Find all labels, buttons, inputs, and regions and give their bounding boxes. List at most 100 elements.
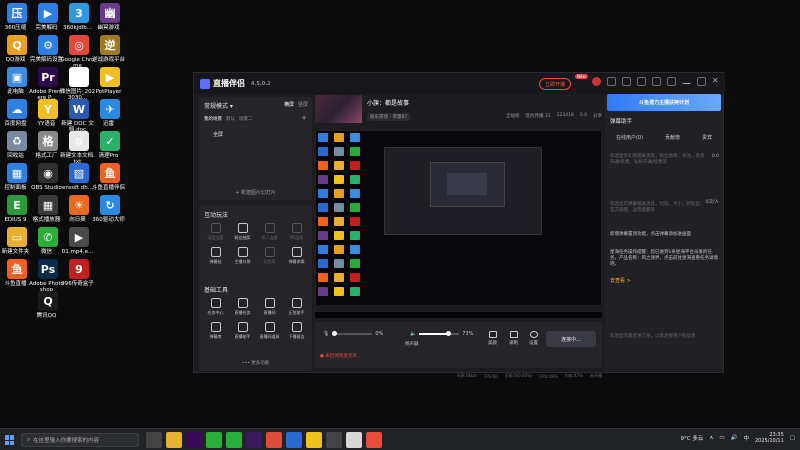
desktop-icon[interactable]: ▣ 此电脑 xyxy=(2,67,32,95)
avatar-icon[interactable] xyxy=(592,77,601,86)
scene-item-fullscreen[interactable]: 全屏 xyxy=(213,131,223,138)
desktop-icon[interactable]: ✓ 清理Pro xyxy=(95,131,125,159)
headset-icon[interactable] xyxy=(622,77,631,86)
weather[interactable]: 9°C 多云 xyxy=(681,434,704,442)
tab-contribution[interactable]: 贡献榜 xyxy=(665,134,680,141)
ime-icon[interactable]: 中 xyxy=(743,434,749,442)
live-companion-task-icon[interactable] xyxy=(366,432,382,448)
share-button[interactable]: 分享 xyxy=(593,113,602,119)
tool-item[interactable]: 直播间 xyxy=(256,298,283,316)
desktop-icon[interactable]: 逆逆战游戏平台 xyxy=(92,35,125,63)
tool-item[interactable]: 任务中心 xyxy=(202,298,229,316)
obs-icon[interactable] xyxy=(326,432,342,448)
desktop-icon[interactable]: ☁ 百度网盘 xyxy=(2,99,32,127)
maximize-icon[interactable] xyxy=(697,77,706,86)
rank-stat[interactable]: 全站榜 xyxy=(506,113,520,119)
desktop-icon[interactable]: ≡ 新建文本文档.txt xyxy=(60,131,95,165)
stream-preview[interactable] xyxy=(315,130,603,318)
file-explorer-icon[interactable] xyxy=(166,432,182,448)
desktop-icon[interactable]: ◎ Google Chrome xyxy=(61,35,94,69)
wechat-icon[interactable] xyxy=(226,432,242,448)
add-scene-icon[interactable]: + xyxy=(301,114,307,122)
potplayer-icon[interactable] xyxy=(306,432,322,448)
desktop-icon[interactable]: Q 腾讯QQ xyxy=(33,291,63,319)
connect-button[interactable]: 连接中... xyxy=(546,331,596,347)
mic-control[interactable]: 🎙 0% xyxy=(323,331,383,337)
tray-arrow-icon[interactable]: ∧ xyxy=(709,435,713,441)
chrome-icon[interactable] xyxy=(266,432,282,448)
desktop-icon[interactable]: 微信图片_2023030... xyxy=(60,67,95,101)
desktop-icon[interactable]: W 新建 DOC 文档.doc xyxy=(61,99,94,133)
desktop-icon[interactable]: ◉ OBS Studio xyxy=(31,163,63,191)
more-features-button[interactable]: ••• 更多功能 xyxy=(199,360,312,366)
desktop-icon[interactable]: Ps Adobe Photoshop xyxy=(29,259,64,293)
desktop-icon[interactable]: Q QQ游戏 xyxy=(2,35,32,63)
settings-icon[interactable] xyxy=(652,77,661,86)
desktop-icon[interactable]: ▶ 01.mp4.e... xyxy=(62,227,94,255)
room-category[interactable]: 极乐游戏 - 草量87 xyxy=(367,113,411,121)
tab-online-users[interactable]: 在线用户(0) xyxy=(616,134,643,141)
tool-item[interactable]: 红包雨 xyxy=(256,247,283,265)
mic-slider[interactable] xyxy=(332,331,373,336)
mode-select[interactable]: 常规模式 ▾ xyxy=(204,101,233,110)
tool-item[interactable]: 语音连麦 xyxy=(202,223,229,241)
desktop-icon[interactable]: E EDIUS 9 xyxy=(2,195,32,223)
speaker-icon[interactable]: 🔈 xyxy=(410,331,416,337)
desktop-icon[interactable]: 3 360kjdlb... xyxy=(63,3,94,31)
menu-icon[interactable] xyxy=(667,77,676,86)
tool-item[interactable]: 下播报告 xyxy=(283,322,310,340)
desktop-icon[interactable]: ▭ 新建文件夹 xyxy=(2,227,32,255)
record-button[interactable]: 录制 xyxy=(509,331,518,346)
desktop-icon[interactable]: ✈ 迅雷 xyxy=(95,99,125,127)
volume-icon[interactable]: 🔊 xyxy=(731,435,738,441)
tool-item[interactable]: 直播任务 xyxy=(229,298,256,316)
monthly-stat[interactable]: 签约月播 31 xyxy=(525,113,550,119)
speaker-control[interactable]: 🔈 73% xyxy=(410,331,473,337)
tab-default[interactable]: 默认 xyxy=(226,116,235,122)
tool-item[interactable]: 正弦助手 xyxy=(283,298,310,316)
desktop-icon[interactable]: ▶ PotPlayer xyxy=(95,67,125,95)
settings-button[interactable]: 设置 xyxy=(529,331,538,346)
tool-item[interactable]: 直播助手 xyxy=(229,322,256,340)
desktop-icon[interactable]: ↻ 360驱动大师 xyxy=(92,195,125,223)
close-icon[interactable]: ✕ xyxy=(712,77,721,86)
beauty-button[interactable]: 美颜 xyxy=(488,331,497,346)
desktop-icon[interactable]: ☀ 向日葵 xyxy=(64,195,94,223)
desktop-icon[interactable]: ♻ 回收站 xyxy=(2,131,32,159)
desktop-icon[interactable]: 鱼斗鱼直播 xyxy=(2,259,32,287)
app-white-icon[interactable] xyxy=(346,432,362,448)
desktop-icon[interactable]: 鱼斗鱼直播伴侣 xyxy=(92,163,125,191)
tool-item[interactable]: 弹幕库 xyxy=(202,322,229,340)
taskbar-search[interactable]: ⌕ 在这里输入你要搜索的内容 xyxy=(21,433,139,447)
tool-item[interactable]: 直播间道具 xyxy=(256,322,283,340)
tool-item[interactable]: 弹幕挂 xyxy=(202,247,229,265)
desktop-icon[interactable]: ⚙ 完美解码设置 xyxy=(30,35,63,63)
clock[interactable]: 23:35 2025/10/11 xyxy=(755,432,784,444)
tab-my-scenes[interactable]: 我的场景 xyxy=(204,116,222,122)
desktop-icon[interactable]: ▦ 格式播放器 xyxy=(33,195,63,223)
tool-item[interactable]: 多人连麦 xyxy=(256,223,283,241)
go-live-button[interactable]: 立即开播 xyxy=(539,78,572,90)
speaker-slider[interactable] xyxy=(419,331,460,336)
tool-item[interactable]: PK连线 xyxy=(283,223,310,241)
desktop-icon[interactable]: Pr Adobe Premiere P... xyxy=(29,67,64,101)
promo-banner[interactable]: 斗鱼潜力主播扶持计划 xyxy=(607,94,721,111)
tool-item[interactable]: 主播口袋 xyxy=(229,247,256,265)
tab-scene-two[interactable]: 场景二 xyxy=(239,116,253,122)
tab-portrait[interactable]: 竖屏 xyxy=(298,101,308,108)
mic-icon[interactable]: 🎙 xyxy=(323,331,329,337)
add-slideshow-button[interactable]: + 新建图片幻灯片 xyxy=(199,189,312,196)
minimize-icon[interactable] xyxy=(682,79,691,84)
chat-icon[interactable] xyxy=(607,77,616,86)
app-blue-icon[interactable] xyxy=(286,432,302,448)
desktop-icon[interactable]: 压 360压缩 xyxy=(2,3,32,31)
tab-landscape[interactable]: 横屏 xyxy=(284,101,294,108)
room-title[interactable]: 小旗：都是故事 xyxy=(367,98,409,107)
premiere-icon[interactable] xyxy=(186,432,202,448)
task-view-icon[interactable] xyxy=(146,432,162,448)
windows-start-icon[interactable] xyxy=(5,435,15,445)
desktop-icon[interactable]: ✆ 微信 xyxy=(33,227,63,255)
desktop-icon[interactable]: 9 996传奇盒子 xyxy=(61,259,94,287)
desktop-icon[interactable]: ▶ 完美解码 xyxy=(33,3,63,31)
notification-icon[interactable]: ▢ xyxy=(790,435,795,441)
